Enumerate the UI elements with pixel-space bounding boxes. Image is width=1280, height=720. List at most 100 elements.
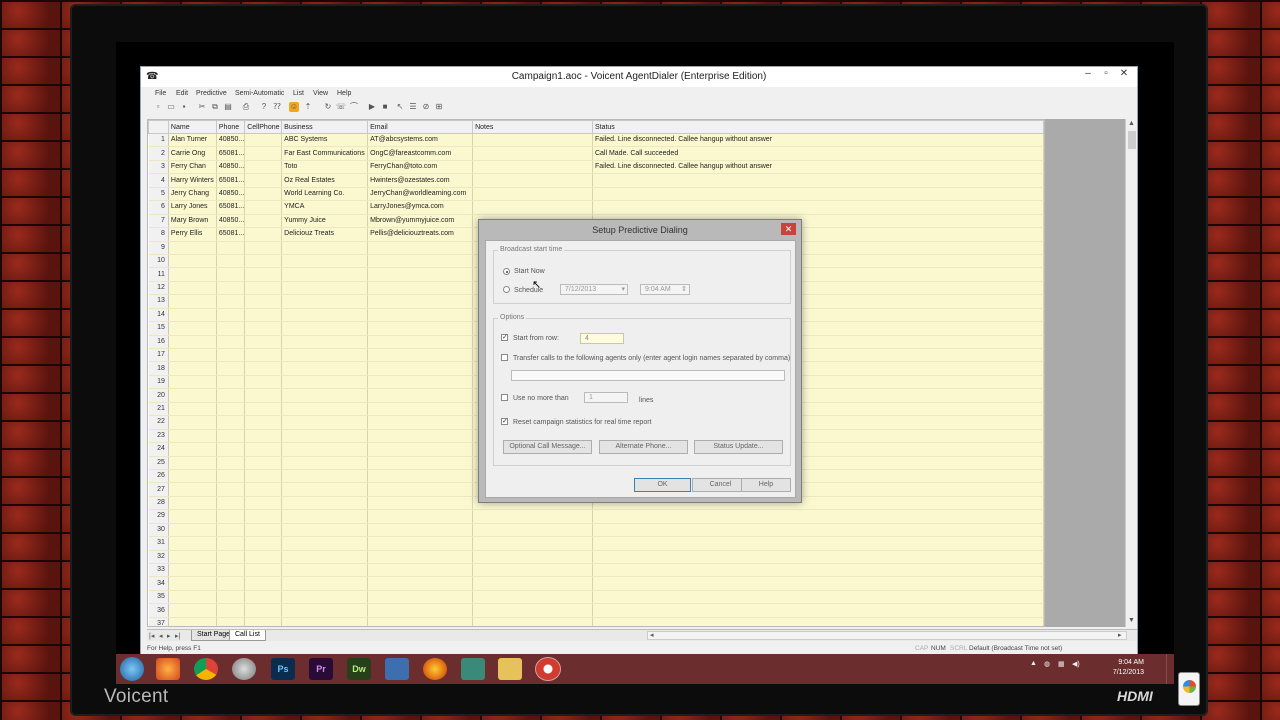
- email-cell[interactable]: FerryChan@toto.com: [367, 160, 474, 175]
- row-number[interactable]: 22: [148, 415, 169, 430]
- spinner-icon[interactable]: ⇕: [681, 285, 687, 294]
- name-cell[interactable]: Mary Brown: [168, 214, 217, 229]
- row-number[interactable]: 16: [148, 335, 169, 350]
- phone-cell[interactable]: [216, 335, 246, 350]
- cellphone-cell[interactable]: [244, 388, 283, 403]
- email-cell[interactable]: [367, 335, 474, 350]
- cellphone-cell[interactable]: [244, 146, 283, 161]
- business-cell[interactable]: [281, 590, 369, 605]
- row-number[interactable]: 10: [148, 254, 169, 269]
- row-number[interactable]: 29: [148, 509, 169, 524]
- email-cell[interactable]: [367, 267, 474, 282]
- taskbar-clock[interactable]: 9:04 AM 7/12/2013: [1113, 658, 1144, 678]
- phone-cell[interactable]: 40850...: [216, 187, 246, 202]
- phone-cell[interactable]: [216, 281, 246, 296]
- row-number[interactable]: 17: [148, 348, 169, 363]
- cellphone-cell[interactable]: [244, 294, 283, 309]
- phone-cell[interactable]: [216, 254, 246, 269]
- table-row[interactable]: 2 Carrie Ong 65081... Far East Communicatio…: [148, 146, 1044, 161]
- status-cell[interactable]: [592, 523, 1044, 538]
- notes-cell[interactable]: [472, 146, 593, 161]
- scroll-down-icon[interactable]: ▼: [1128, 617, 1135, 624]
- menu-edit[interactable]: Edit: [176, 90, 188, 97]
- status-update-button[interactable]: Status Update...: [694, 440, 783, 454]
- row-number[interactable]: 37: [148, 617, 169, 626]
- scroll-right-icon[interactable]: ▸: [1118, 631, 1122, 639]
- name-cell[interactable]: [168, 536, 217, 551]
- notes-cell[interactable]: [472, 160, 593, 175]
- start-now-label[interactable]: Start Now: [514, 268, 545, 275]
- menu-predictive[interactable]: Predictive: [196, 90, 227, 97]
- business-cell[interactable]: [281, 576, 369, 591]
- business-cell[interactable]: [281, 348, 369, 363]
- business-cell[interactable]: [281, 415, 369, 430]
- name-cell[interactable]: [168, 402, 217, 417]
- column-header-cellphone[interactable]: CellPhone: [244, 120, 283, 134]
- column-header-email[interactable]: Email: [367, 120, 474, 134]
- refresh-icon[interactable]: ↻: [323, 102, 333, 112]
- email-cell[interactable]: OngC@fareastcomm.com: [367, 146, 474, 161]
- business-cell[interactable]: [281, 429, 369, 444]
- email-cell[interactable]: [367, 469, 474, 484]
- email-cell[interactable]: [367, 563, 474, 578]
- name-cell[interactable]: [168, 603, 217, 618]
- status-cell[interactable]: [592, 576, 1044, 591]
- business-cell[interactable]: [281, 603, 369, 618]
- phone-cell[interactable]: [216, 550, 246, 565]
- cellphone-cell[interactable]: [244, 335, 283, 350]
- email-cell[interactable]: Mbrown@yummyjuice.com: [367, 214, 474, 229]
- row-number[interactable]: 14: [148, 308, 169, 323]
- email-cell[interactable]: [367, 429, 474, 444]
- notes-cell[interactable]: [472, 523, 593, 538]
- phone-cell[interactable]: [216, 523, 246, 538]
- control-panel-icon[interactable]: [461, 658, 485, 680]
- save-icon[interactable]: ▪: [179, 102, 189, 112]
- upload-icon[interactable]: ⇡: [303, 102, 313, 112]
- name-cell[interactable]: [168, 241, 217, 255]
- email-cell[interactable]: [367, 241, 474, 255]
- name-cell[interactable]: Perry Ellis: [168, 227, 217, 242]
- corner-header[interactable]: [148, 120, 169, 134]
- name-cell[interactable]: Harry Winters: [168, 173, 217, 188]
- schedule-label[interactable]: Schedule: [514, 287, 543, 294]
- open-folder-icon[interactable]: ▭: [166, 102, 176, 112]
- context-help-icon[interactable]: ⁇: [272, 102, 282, 112]
- email-cell[interactable]: [367, 361, 474, 376]
- schedule-radio[interactable]: [503, 286, 510, 293]
- name-cell[interactable]: [168, 576, 217, 591]
- name-cell[interactable]: [168, 254, 217, 269]
- cellphone-cell[interactable]: [244, 576, 283, 591]
- cellphone-cell[interactable]: [244, 173, 283, 188]
- row-number[interactable]: 1: [148, 133, 169, 148]
- row-number[interactable]: 28: [148, 496, 169, 511]
- scroll-left-icon[interactable]: ◂: [650, 631, 654, 639]
- row-number[interactable]: 31: [148, 536, 169, 551]
- maximize-button[interactable]: ▫: [1097, 68, 1115, 82]
- business-cell[interactable]: [281, 267, 369, 282]
- premiere-icon[interactable]: Pr: [309, 658, 333, 680]
- cellphone-cell[interactable]: [244, 415, 283, 430]
- table-row[interactable]: 1 Alan Turner 40850... ABC Systems AT@abcsys…: [148, 133, 1044, 148]
- row-number[interactable]: 34: [148, 576, 169, 591]
- print-icon[interactable]: ⎙: [241, 102, 251, 112]
- status-cell[interactable]: [592, 603, 1044, 618]
- vertical-scrollbar[interactable]: ▲ ▼: [1125, 119, 1137, 627]
- row-number[interactable]: 30: [148, 523, 169, 538]
- cellphone-cell[interactable]: [244, 267, 283, 282]
- status-cell[interactable]: [592, 173, 1044, 188]
- phone-cell[interactable]: [216, 442, 246, 457]
- stop-icon[interactable]: ■: [380, 102, 390, 112]
- notes-cell[interactable]: [472, 590, 593, 605]
- business-cell[interactable]: Oz Real Estates: [281, 173, 369, 188]
- phone-cell[interactable]: [216, 361, 246, 376]
- name-cell[interactable]: Larry Jones: [168, 200, 217, 215]
- name-cell[interactable]: [168, 509, 217, 524]
- name-cell[interactable]: Alan Turner: [168, 133, 217, 148]
- business-cell[interactable]: [281, 442, 369, 457]
- tab-first-icon[interactable]: |◂: [149, 632, 154, 640]
- name-cell[interactable]: [168, 523, 217, 538]
- menu-help[interactable]: Help: [337, 90, 351, 97]
- row-number[interactable]: 19: [148, 375, 169, 390]
- table-row[interactable]: 34: [148, 576, 1044, 591]
- firefox-icon[interactable]: [156, 658, 180, 680]
